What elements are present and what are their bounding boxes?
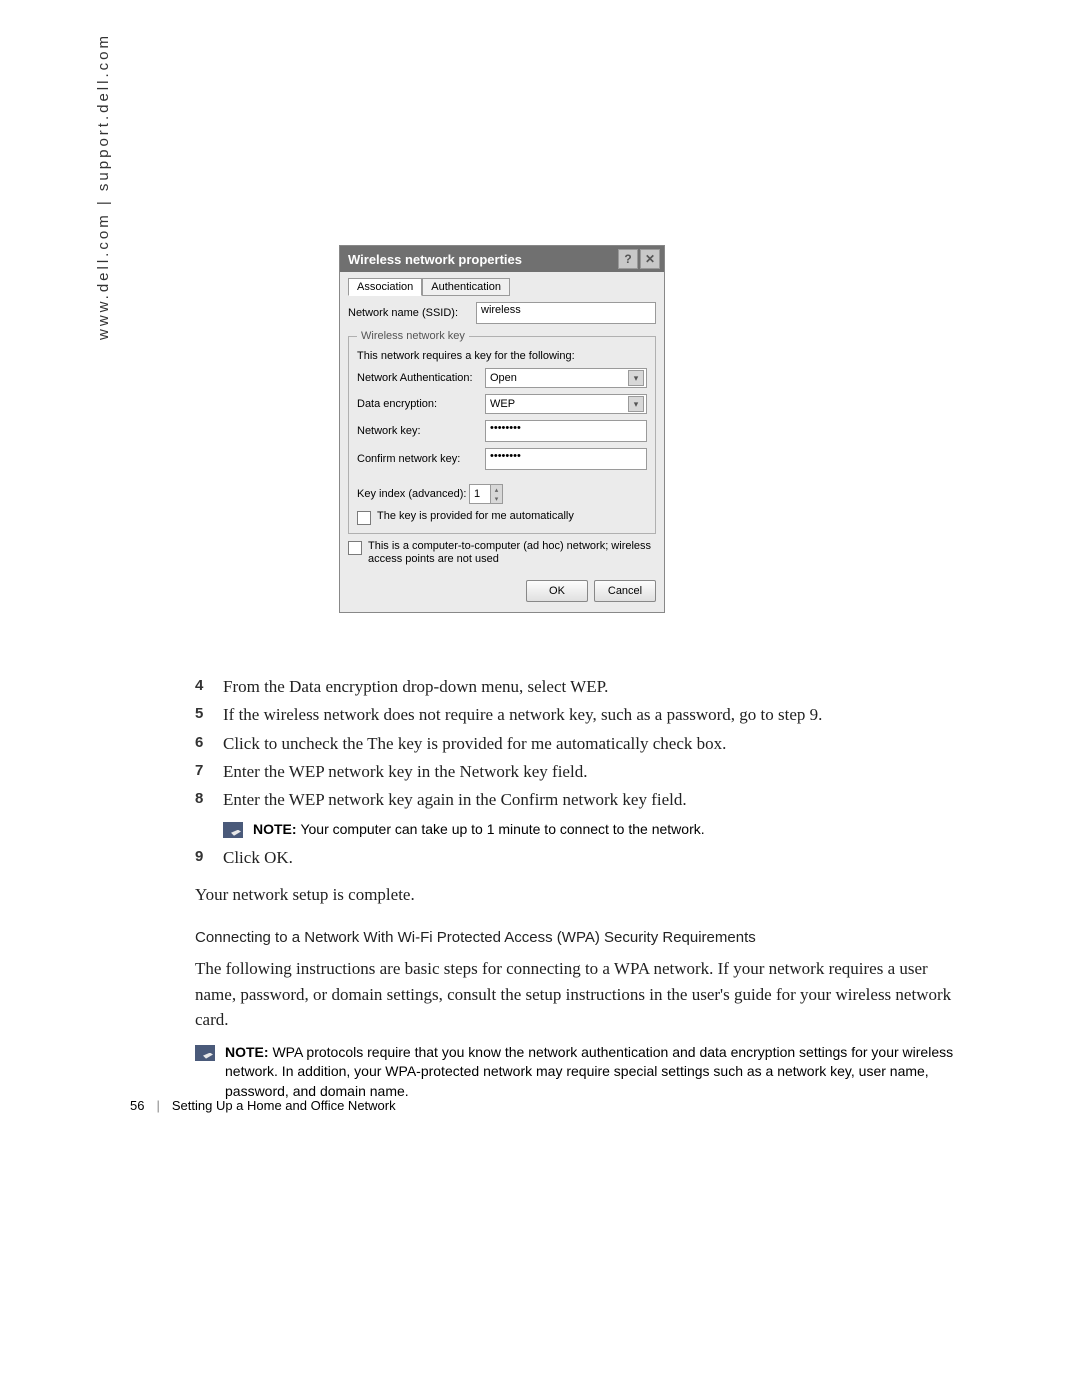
adhoc-checkbox[interactable] bbox=[348, 541, 362, 555]
step-7: 7Enter the WEP network key in the Networ… bbox=[195, 759, 967, 785]
enc-select[interactable]: WEP ▾ bbox=[485, 394, 647, 414]
close-icon[interactable]: ✕ bbox=[640, 249, 660, 269]
chevron-down-icon: ▾ bbox=[628, 370, 644, 386]
step-4: 4From the Data encryption drop-down menu… bbox=[195, 674, 967, 700]
group-desc: This network requires a key for the foll… bbox=[357, 350, 647, 362]
note-1: NOTE: Your computer can take up to 1 min… bbox=[223, 820, 967, 840]
step-9: 9Click OK. bbox=[195, 845, 967, 871]
auth-label: Network Authentication: bbox=[357, 372, 485, 384]
ssid-label: Network name (SSID): bbox=[348, 307, 476, 319]
page-footer: 56 | Setting Up a Home and Office Networ… bbox=[130, 1098, 396, 1113]
dialog-titlebar: Wireless network properties ? ✕ bbox=[340, 246, 664, 272]
sidebar-url: www.dell.com | support.dell.com bbox=[95, 33, 112, 340]
confirm-key-label: Confirm network key: bbox=[357, 453, 485, 465]
keyindex-spinner[interactable]: 1 ▴▾ bbox=[469, 484, 503, 504]
spinner-down-icon[interactable]: ▾ bbox=[490, 494, 502, 503]
wireless-key-group: Wireless network key This network requir… bbox=[348, 330, 656, 534]
note-icon bbox=[223, 822, 243, 838]
dialog-tabs: Association Authentication bbox=[348, 278, 656, 296]
spinner-up-icon[interactable]: ▴ bbox=[490, 485, 502, 494]
cancel-button[interactable]: Cancel bbox=[594, 580, 656, 602]
step-5: 5If the wireless network does not requir… bbox=[195, 702, 967, 728]
section-title: Setting Up a Home and Office Network bbox=[172, 1098, 396, 1113]
auto-key-label: The key is provided for me automatically bbox=[377, 510, 574, 523]
enc-label: Data encryption: bbox=[357, 398, 485, 410]
tab-authentication[interactable]: Authentication bbox=[422, 278, 510, 296]
ok-button[interactable]: OK bbox=[526, 580, 588, 602]
wpa-para: The following instructions are basic ste… bbox=[195, 956, 967, 1033]
key-label: Network key: bbox=[357, 425, 485, 437]
dialog-title: Wireless network properties bbox=[348, 252, 522, 267]
chevron-down-icon: ▾ bbox=[628, 396, 644, 412]
adhoc-label: This is a computer-to-computer (ad hoc) … bbox=[368, 540, 656, 566]
page-number: 56 bbox=[130, 1098, 144, 1113]
note-icon bbox=[195, 1045, 215, 1061]
ssid-input[interactable]: wireless bbox=[476, 302, 656, 324]
wpa-subhead: Connecting to a Network With Wi-Fi Prote… bbox=[195, 929, 967, 946]
tab-association[interactable]: Association bbox=[348, 278, 422, 296]
footer-divider: | bbox=[156, 1098, 159, 1113]
step-6: 6Click to uncheck the The key is provide… bbox=[195, 731, 967, 757]
help-icon[interactable]: ? bbox=[618, 249, 638, 269]
wireless-properties-dialog: Wireless network properties ? ✕ Associat… bbox=[339, 245, 665, 613]
sidebar-url-text: www.dell.com | support.dell.com bbox=[95, 33, 112, 340]
complete-text: Your network setup is complete. bbox=[195, 882, 967, 908]
confirm-key-input[interactable]: •••••••• bbox=[485, 448, 647, 470]
step-8: 8Enter the WEP network key again in the … bbox=[195, 787, 967, 813]
auth-select[interactable]: Open ▾ bbox=[485, 368, 647, 388]
wireless-key-legend: Wireless network key bbox=[357, 330, 469, 342]
page-content: 4From the Data encryption drop-down menu… bbox=[195, 672, 967, 1107]
auto-key-checkbox[interactable] bbox=[357, 511, 371, 525]
key-input[interactable]: •••••••• bbox=[485, 420, 647, 442]
note-2: NOTE: WPA protocols require that you kno… bbox=[195, 1043, 967, 1102]
keyindex-label: Key index (advanced): bbox=[357, 488, 469, 500]
